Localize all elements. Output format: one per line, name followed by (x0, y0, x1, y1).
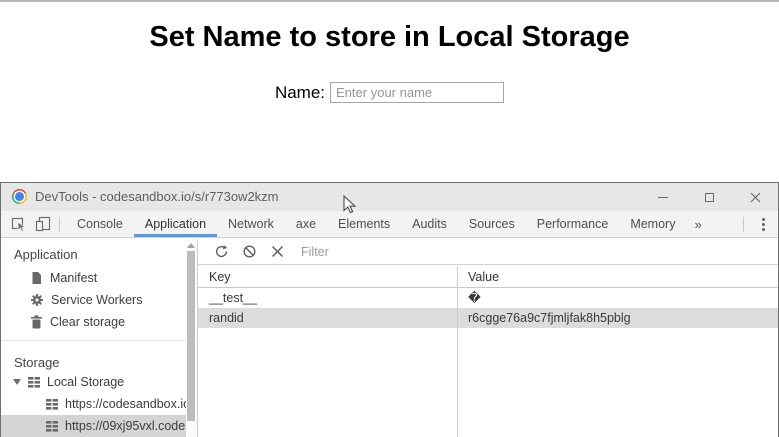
tab-axe[interactable]: axe (285, 211, 327, 237)
storage-toolbar (198, 239, 778, 265)
devtools-tabbar: Console Application Network axe Elements… (1, 211, 778, 238)
application-sidebar: Application Manifest (1, 239, 198, 437)
column-divider[interactable] (457, 266, 458, 437)
cell-key[interactable]: __test__ (198, 288, 457, 308)
name-label: Name: (275, 83, 325, 103)
mouse-cursor-icon (343, 195, 357, 215)
sidebar-item-local-storage[interactable]: Local Storage (1, 371, 197, 393)
filter-input[interactable] (301, 245, 501, 259)
sidebar-item-service-workers[interactable]: Service Workers (1, 289, 197, 311)
maximize-icon (705, 193, 714, 202)
cell-key[interactable]: randid (198, 308, 457, 328)
screen: Set Name to store in Local Storage Name:… (0, 0, 779, 437)
sidebar-item-clear-storage[interactable]: Clear storage (1, 311, 197, 333)
table-row-randid[interactable]: randid r6cgge76a9c7fjmljfak8h5pblg (198, 308, 778, 328)
scrollbar-thumb[interactable] (187, 251, 195, 421)
delete-selected-button[interactable] (263, 239, 291, 265)
more-tabs-icon[interactable]: » (686, 211, 709, 237)
tab-console[interactable]: Console (66, 211, 134, 237)
trash-icon (30, 315, 43, 329)
sidebar-scrollbar[interactable] (186, 239, 196, 437)
table-header-row: Key Value (198, 266, 778, 288)
sidebar-item-origin-codesandbox[interactable]: https://codesandbox.io (1, 393, 187, 415)
tab-sources[interactable]: Sources (458, 211, 526, 237)
table-grid-icon (45, 398, 59, 411)
viewport-top-edge (0, 0, 779, 2)
close-icon (750, 192, 761, 203)
kebab-menu-icon (762, 223, 765, 226)
column-header-value: Value (457, 266, 778, 287)
devtools-window: DevTools - codesandbox.io/s/r773ow2kzm (0, 182, 779, 437)
name-input[interactable] (330, 82, 504, 103)
tab-application[interactable]: Application (134, 211, 217, 237)
menu-separator (743, 217, 744, 232)
devtools-content: Application Manifest (1, 239, 778, 437)
sidebar-item-origin-09xj95vxl[interactable]: https://09xj95vxl.codesa (1, 415, 187, 437)
block-button[interactable] (235, 239, 263, 265)
maximize-button[interactable] (686, 183, 732, 211)
cell-value[interactable]: � (457, 288, 778, 308)
sidebar-section-storage: Storage (1, 341, 197, 371)
tab-elements[interactable]: Elements (327, 211, 401, 237)
refresh-button[interactable] (207, 239, 235, 265)
refresh-icon (214, 244, 229, 259)
overflow-menu-button[interactable] (750, 211, 776, 237)
gear-icon (30, 293, 44, 307)
name-form-row: Name: (0, 82, 779, 103)
sidebar-item-manifest[interactable]: Manifest (1, 267, 197, 289)
scroll-up-icon[interactable] (187, 243, 195, 248)
table-row-test[interactable]: __test__ � (198, 288, 778, 308)
close-button[interactable] (732, 183, 778, 211)
column-header-key: Key (198, 266, 457, 287)
tab-network[interactable]: Network (217, 211, 285, 237)
minimize-button[interactable] (640, 183, 686, 211)
device-toolbar-button[interactable] (31, 211, 55, 237)
disclosure-triangle-icon[interactable] (13, 379, 21, 385)
window-title: DevTools - codesandbox.io/s/r773ow2kzm (35, 183, 279, 211)
table-grid-icon (45, 420, 59, 433)
window-controls (640, 183, 778, 211)
local-storage-panel: Key Value __test__ � randid r6cgge76a9c7… (198, 239, 778, 437)
chrome-logo-icon (12, 189, 27, 204)
toolbar-separator (59, 217, 60, 232)
document-icon (30, 271, 43, 285)
inspect-icon (11, 216, 27, 232)
tab-performance[interactable]: Performance (526, 211, 620, 237)
tab-audits[interactable]: Audits (401, 211, 458, 237)
tabbar-spacer (710, 211, 739, 237)
sidebar-section-application: Application (1, 239, 197, 267)
device-toolbar-icon (35, 216, 51, 232)
block-icon (242, 244, 257, 259)
devtools-titlebar: DevTools - codesandbox.io/s/r773ow2kzm (1, 183, 778, 211)
tab-memory[interactable]: Memory (619, 211, 686, 237)
clear-icon (271, 245, 284, 258)
minimize-icon (658, 197, 668, 198)
cell-value[interactable]: r6cgge76a9c7fjmljfak8h5pblg (457, 308, 778, 328)
page-heading: Set Name to store in Local Storage (0, 21, 779, 54)
table-grid-icon (27, 376, 41, 389)
inspect-element-button[interactable] (7, 211, 31, 237)
